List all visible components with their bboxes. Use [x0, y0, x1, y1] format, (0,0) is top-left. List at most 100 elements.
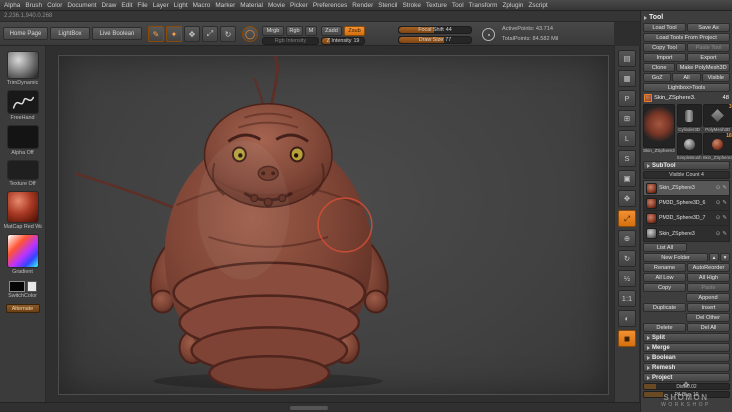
- subtool-row[interactable]: Skin_ZSphere3 ⊙ ✎: [644, 226, 729, 241]
- live-boolean-button[interactable]: Live Boolean: [92, 27, 142, 40]
- rotate-icon[interactable]: ↻: [618, 250, 636, 267]
- rotate-icon[interactable]: ↻: [220, 26, 236, 42]
- aahalf-icon[interactable]: ½: [618, 270, 636, 287]
- export-button[interactable]: Export: [687, 53, 730, 62]
- make-polymesh3d-button[interactable]: Make PolyMesh3D: [676, 63, 730, 72]
- m-button[interactable]: M: [305, 26, 317, 36]
- project-section-header[interactable]: Project: [643, 373, 730, 382]
- pa-blur-slider[interactable]: PA Blur 10: [643, 391, 730, 398]
- home-page-button[interactable]: Home Page: [3, 27, 48, 40]
- goz-all-button[interactable]: All: [672, 73, 701, 82]
- zadd-button[interactable]: Zadd: [321, 26, 342, 36]
- recent-tool-simplebrush[interactable]: SimpleBrush: [676, 133, 702, 160]
- load-tool-button[interactable]: Load Tool: [643, 23, 686, 32]
- list-all-button[interactable]: List All: [643, 243, 687, 252]
- paint-icon[interactable]: ✎: [722, 185, 727, 191]
- draw-icon[interactable]: ✦: [166, 26, 182, 42]
- paint-icon[interactable]: ✎: [722, 231, 727, 237]
- menu-item-movie[interactable]: Movie: [268, 2, 285, 9]
- menu-item-draw[interactable]: Draw: [101, 2, 116, 9]
- menu-item-layer[interactable]: Layer: [153, 2, 169, 9]
- actual-icon[interactable]: 1:1: [618, 290, 636, 307]
- menu-item-render[interactable]: Render: [352, 2, 373, 9]
- focal-shift-slider[interactable]: Focal Shift 44: [398, 26, 472, 34]
- move-icon[interactable]: ✥: [184, 26, 200, 42]
- append-button[interactable]: Append: [686, 293, 730, 302]
- zsub-button[interactable]: Zsub: [344, 26, 365, 36]
- menu-item-texture[interactable]: Texture: [426, 2, 447, 9]
- import-button[interactable]: Import: [643, 53, 686, 62]
- zoom-icon[interactable]: ⊕: [618, 230, 636, 247]
- copy-tool-button[interactable]: Copy Tool: [643, 43, 686, 52]
- scale-icon[interactable]: ⤢: [202, 26, 218, 42]
- render-mode-icon[interactable]: ▦: [618, 70, 636, 87]
- eye-icon[interactable]: ⊙: [716, 215, 721, 221]
- copy-subtool-button[interactable]: Copy: [643, 283, 686, 292]
- edit-icon[interactable]: ✎: [148, 26, 164, 42]
- insert-button[interactable]: Insert: [687, 303, 730, 312]
- menu-item-light[interactable]: Light: [174, 2, 188, 9]
- menu-item-edit[interactable]: Edit: [121, 2, 132, 9]
- texture-selector[interactable]: Texture Off: [4, 160, 42, 187]
- autoreorder-button[interactable]: AutoReorder: [687, 263, 730, 272]
- delete-button[interactable]: Delete: [643, 323, 686, 332]
- boolean-section-header[interactable]: Boolean: [643, 353, 730, 362]
- duplicate-button[interactable]: Duplicate: [643, 303, 686, 312]
- dist-slider[interactable]: Dist 0.02: [643, 383, 730, 390]
- solo-icon[interactable]: ◼: [618, 330, 636, 347]
- mrgb-button[interactable]: Mrgb: [262, 26, 284, 36]
- move-up-icon[interactable]: ▴: [709, 253, 719, 262]
- document-viewport[interactable]: [58, 55, 609, 395]
- menu-item-document[interactable]: Document: [67, 2, 96, 9]
- rename-button[interactable]: Rename: [643, 263, 686, 272]
- secondary-color-swatch[interactable]: [26, 281, 37, 292]
- clone-button[interactable]: Clone: [643, 63, 676, 72]
- del-all-button[interactable]: Del All: [687, 323, 730, 332]
- eye-icon[interactable]: ⊙: [716, 200, 721, 206]
- z-intensity-slider[interactable]: Z Intensity 19: [321, 37, 365, 45]
- current-tool-row[interactable]: Skin_ZSphere3. 48: [643, 93, 730, 103]
- lightbox-button[interactable]: LightBox: [50, 27, 90, 40]
- menu-item-stroke[interactable]: Stroke: [402, 2, 420, 9]
- paint-icon[interactable]: ✎: [722, 200, 727, 206]
- sculptris-icon[interactable]: ◯: [242, 26, 258, 42]
- bpr-icon[interactable]: ▤: [618, 50, 636, 67]
- new-folder-button[interactable]: New Folder: [643, 253, 708, 262]
- paint-icon[interactable]: ✎: [722, 215, 727, 221]
- menu-item-picker[interactable]: Picker: [290, 2, 308, 9]
- local-icon[interactable]: L: [618, 130, 636, 147]
- recent-tool-cylinder[interactable]: Cylinder3D: [676, 104, 702, 132]
- subtool-row[interactable]: PM3D_Sphere3D_7 ⊙ ✎: [644, 211, 729, 226]
- floor-icon[interactable]: ⊞: [618, 110, 636, 127]
- visible-count-slider[interactable]: Visible Count 4: [643, 171, 730, 179]
- all-high-button[interactable]: All High: [687, 273, 730, 282]
- recent-tool-zsphere[interactable]: Skin_ZSphere3 18: [702, 133, 732, 160]
- eye-icon[interactable]: ⊙: [716, 185, 721, 191]
- color-swatches[interactable]: SwitchColor: [4, 279, 42, 299]
- rgb-intensity-slider[interactable]: Rgb Intensity: [262, 37, 319, 45]
- alpha-selector[interactable]: Alpha Off: [4, 125, 42, 156]
- scale-icon[interactable]: ⤢: [618, 210, 636, 227]
- menu-item-file[interactable]: File: [137, 2, 147, 9]
- main-color-swatch[interactable]: [8, 281, 25, 292]
- move-icon[interactable]: ✥: [618, 190, 636, 207]
- move-down-icon[interactable]: ▾: [720, 253, 730, 262]
- menu-item-zplugin[interactable]: Zplugin: [503, 2, 524, 9]
- remesh-section-header[interactable]: Remesh: [643, 363, 730, 372]
- menu-item-macro[interactable]: Macro: [193, 2, 211, 9]
- menu-item-marker[interactable]: Marker: [215, 2, 235, 9]
- paste-tool-button[interactable]: Paste Tool: [687, 43, 730, 52]
- save-as-button[interactable]: Save As: [687, 23, 730, 32]
- del-other-button[interactable]: Del Other: [686, 313, 730, 322]
- subtool-row[interactable]: Skin_ZSphere3 ⊙ ✎: [644, 181, 729, 196]
- frame-icon[interactable]: ▣: [618, 170, 636, 187]
- material-selector[interactable]: MatCap Red Wax: [4, 191, 42, 230]
- color-picker[interactable]: Gradient: [4, 234, 42, 275]
- rgb-button[interactable]: Rgb: [286, 26, 303, 36]
- tool-panel-header[interactable]: Tool: [643, 13, 730, 22]
- subtool-section-header[interactable]: SubTool: [643, 161, 730, 170]
- menu-item-material[interactable]: Material: [240, 2, 263, 9]
- horizontal-scrollbar[interactable]: [290, 406, 328, 410]
- merge-section-header[interactable]: Merge: [643, 343, 730, 352]
- menu-item-zscript[interactable]: Zscript: [528, 2, 547, 9]
